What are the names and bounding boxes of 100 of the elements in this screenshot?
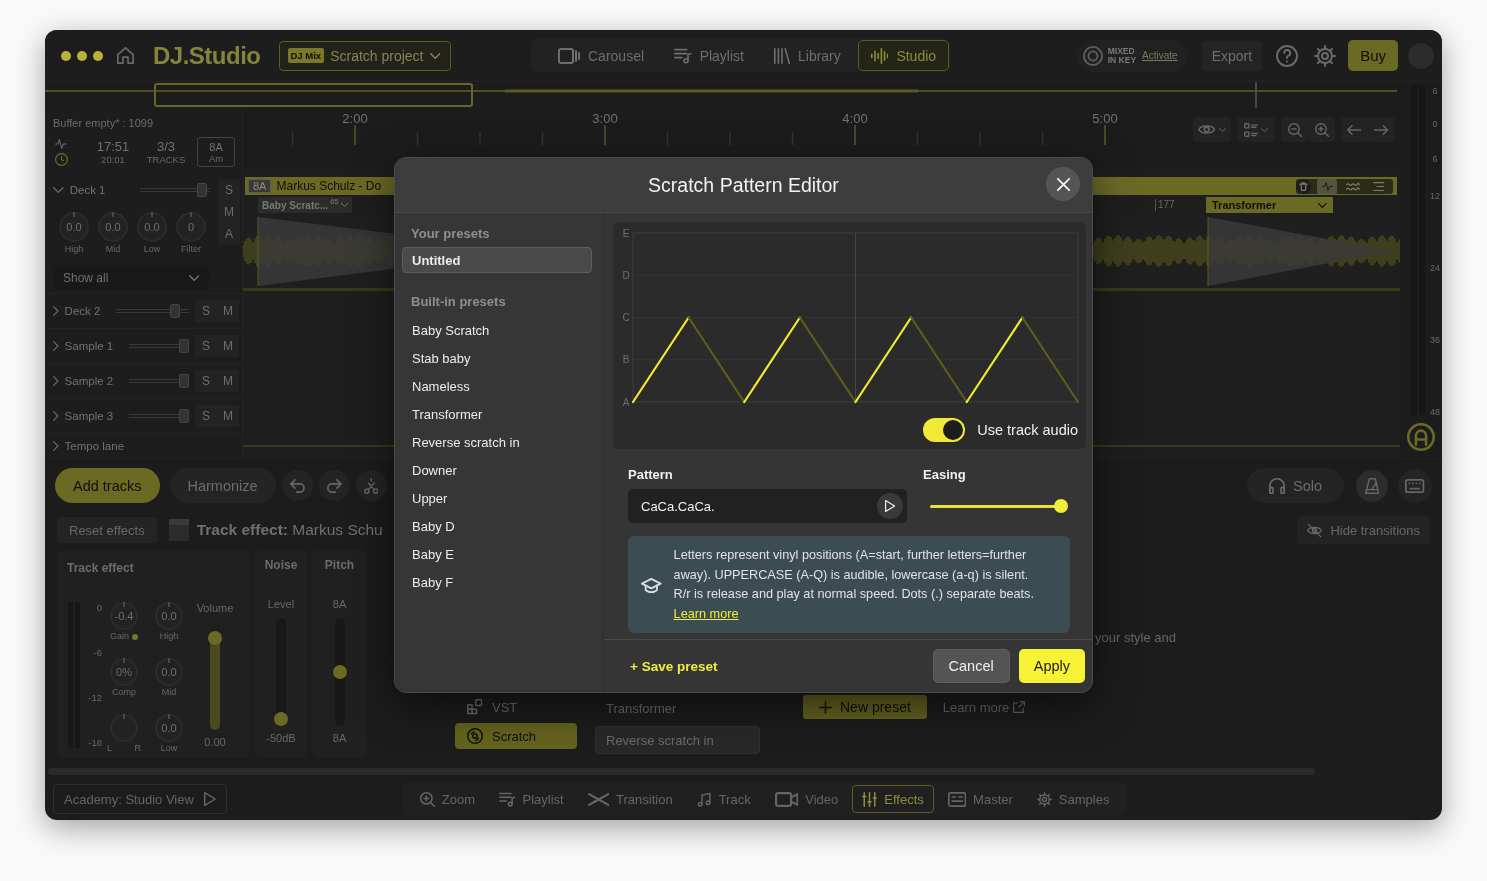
academy-button[interactable]: Academy: Studio View [53, 784, 227, 814]
view-tab[interactable]: Carousel [545, 40, 658, 71]
scratch-preset-tag[interactable]: Transformer [1206, 197, 1333, 213]
volume-fader[interactable] [129, 374, 189, 388]
track-toggle-button[interactable]: S [195, 300, 217, 322]
panel-tab[interactable]: Master [937, 785, 1023, 813]
panel-tab[interactable]: Effects [852, 785, 934, 813]
volume-fader[interactable] [116, 304, 189, 318]
cancel-button[interactable]: Cancel [932, 649, 1010, 683]
fader-handle[interactable] [179, 409, 189, 423]
preset-item[interactable]: Nameless [402, 372, 592, 400]
preset-item[interactable]: Baby Scratch [402, 316, 592, 344]
clip-header[interactable]: 8A Markus Schulz - Do [245, 177, 394, 195]
zoom-out-button[interactable] [1281, 117, 1308, 142]
vertical-slider[interactable] [274, 618, 288, 726]
slider-thumb[interactable] [332, 665, 347, 679]
buy-button[interactable]: Buy [1348, 40, 1398, 71]
waveform-view-button[interactable] [1317, 178, 1337, 194]
play-button[interactable] [877, 493, 903, 519]
knob[interactable]: 0.0 [137, 212, 167, 242]
harmonize-button[interactable]: Harmonize [169, 468, 276, 503]
preset-item[interactable]: Transformer [595, 694, 760, 722]
chevron-right-icon[interactable] [53, 411, 59, 421]
close-button[interactable] [1046, 167, 1080, 201]
track-toggle-button[interactable]: M [218, 201, 240, 223]
effect-type-button[interactable]: VST [455, 694, 577, 720]
panel-tab[interactable]: Zoom [409, 785, 485, 813]
preset-item[interactable]: Baby E [402, 540, 592, 568]
keyboard-button[interactable] [1398, 468, 1432, 503]
reset-effects-button[interactable]: Reset effects [57, 517, 157, 543]
track-toggle-button[interactable]: S [195, 370, 217, 392]
back-button[interactable] [1341, 117, 1368, 142]
track-toggle-button[interactable]: S [195, 335, 217, 357]
knob[interactable]: 0.0 [59, 212, 89, 242]
help-icon[interactable] [1276, 44, 1299, 67]
view-tab[interactable]: Library [761, 40, 854, 71]
add-tracks-button[interactable]: Add tracks [55, 468, 160, 503]
viewport-handle[interactable] [154, 83, 473, 107]
slider-thumb[interactable] [1053, 499, 1068, 513]
redo-button[interactable] [318, 470, 350, 501]
chevron-right-icon[interactable] [53, 341, 59, 351]
slider-thumb[interactable] [274, 712, 288, 726]
view-tab[interactable]: Studio [857, 40, 950, 71]
metronome-button[interactable] [1356, 469, 1388, 502]
track-toggle-button[interactable]: S [218, 179, 240, 201]
track-toggle-button[interactable]: M [217, 300, 239, 322]
preset-item[interactable]: Stab baby [402, 344, 592, 372]
panel-tab[interactable]: Transition [577, 785, 683, 813]
track-toggle-button[interactable]: A [218, 223, 240, 245]
view-tab[interactable]: Playlist [661, 40, 757, 71]
knob[interactable]: -0.4 [110, 602, 138, 630]
timeline-ruler[interactable]: 2:00 3:00 4:00 5:00 [243, 108, 1160, 170]
trash-icon[interactable] [1296, 178, 1311, 194]
fader-handle[interactable] [179, 374, 189, 388]
knob[interactable]: 0.0 [155, 714, 183, 742]
effect-type-button[interactable]: Scratch [455, 723, 577, 749]
home-icon[interactable] [117, 47, 134, 64]
chevron-right-icon[interactable] [53, 376, 59, 386]
panel-tab[interactable]: Samples [1026, 785, 1120, 813]
fader-handle[interactable] [197, 183, 207, 197]
undo-button[interactable] [281, 470, 313, 501]
track-toggle-button[interactable]: M [217, 335, 239, 357]
slider-thumb[interactable] [208, 631, 222, 646]
knob[interactable]: 0.0 [98, 212, 128, 242]
forward-button[interactable] [1368, 117, 1395, 142]
timeline-overview[interactable] [45, 82, 1400, 108]
window-control-button[interactable] [61, 50, 71, 61]
panel-tab[interactable]: Video [764, 785, 849, 813]
knob[interactable]: 0% [110, 658, 138, 686]
zoom-in-button[interactable] [1308, 117, 1335, 142]
fader-handle[interactable] [179, 339, 189, 353]
knob[interactable]: 0.0 [155, 602, 183, 630]
volume-fader[interactable] [129, 409, 189, 423]
visibility-menu-button[interactable] [1193, 117, 1231, 142]
preset-item[interactable]: Untitled [402, 247, 592, 273]
track-toggle-button[interactable]: S [195, 405, 217, 427]
knob[interactable]: 0.0 [155, 658, 183, 686]
volume-fader[interactable] [129, 339, 189, 353]
knob[interactable]: 0 [176, 212, 206, 242]
preset-item[interactable]: Baby F [402, 568, 592, 596]
chevron-right-icon[interactable] [53, 306, 59, 316]
circle-a-icon[interactable] [1407, 423, 1435, 451]
toggle-switch[interactable] [923, 418, 966, 442]
export-button[interactable]: Export [1201, 40, 1263, 71]
chevron-right-icon[interactable] [53, 441, 59, 451]
layout-menu-button[interactable] [1237, 117, 1275, 142]
learn-more-link[interactable]: Learn more [942, 695, 1026, 719]
preset-item[interactable]: Baby D [402, 512, 592, 540]
activate-link[interactable]: Activate [1142, 50, 1178, 61]
learn-more-link[interactable]: Learn more [673, 606, 739, 621]
settings-icon[interactable] [1314, 44, 1337, 67]
preset-item[interactable]: Reverse scratch in [402, 428, 592, 456]
window-control-button[interactable] [93, 50, 103, 61]
cut-button[interactable] [355, 470, 387, 501]
filter-dropdown[interactable]: Show all [53, 265, 209, 290]
preset-item[interactable]: Transformer [402, 400, 592, 428]
save-preset-button[interactable]: + Save preset [630, 658, 718, 674]
preset-item[interactable]: Downer [402, 456, 592, 484]
preset-item[interactable]: Reverse scratch in [595, 726, 760, 754]
vertical-slider[interactable] [208, 622, 222, 730]
